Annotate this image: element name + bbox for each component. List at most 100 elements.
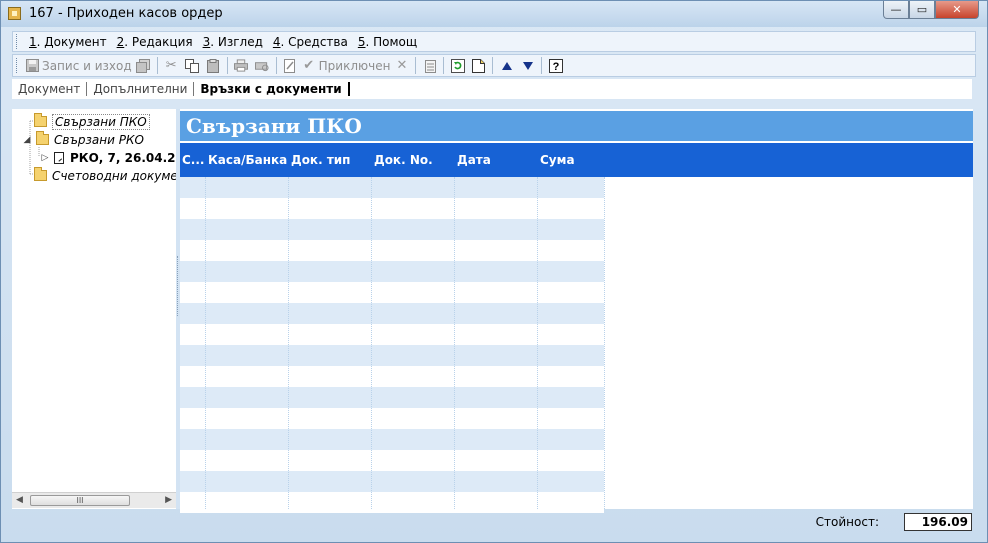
table-row[interactable] xyxy=(180,429,604,450)
tree-node-linked-rko[interactable]: ◢ Свързани РКО xyxy=(22,131,144,148)
tree-node-label: Свързани ПКО xyxy=(52,113,150,130)
list-icon xyxy=(423,59,437,73)
table-row[interactable] xyxy=(180,303,604,324)
status-bar: Стойност: 196.09 xyxy=(12,509,976,537)
menu-document[interactable]: 1. Документ xyxy=(24,35,112,49)
table-row[interactable] xyxy=(180,471,604,492)
table-row[interactable] xyxy=(180,345,604,366)
table-row[interactable] xyxy=(180,219,604,240)
toolbar-grip-handle[interactable] xyxy=(16,58,20,73)
print-preview-icon xyxy=(255,59,269,73)
tree-node-accounting-documents[interactable]: Счетоводни докумен xyxy=(34,167,186,184)
tree-node-label: Свързани РКО xyxy=(54,132,144,147)
toolbar-separator xyxy=(492,57,494,74)
menu-help[interactable]: 5. Помощ xyxy=(353,35,422,49)
refresh-button[interactable] xyxy=(448,56,467,75)
edit-document-icon xyxy=(283,58,297,73)
folder-open-icon xyxy=(36,131,49,145)
menu-view[interactable]: 3. Изглед xyxy=(198,35,268,49)
column-header-status[interactable]: С... xyxy=(182,153,204,167)
toolbar: Запис и изход ✂ ✔ Приключен ✕ ? xyxy=(12,54,976,77)
save-exit-button[interactable]: Запис и изход xyxy=(25,56,132,75)
grid-title: Свързани ПКО xyxy=(180,111,973,141)
menu-edit[interactable]: 2. Редакция xyxy=(112,35,198,49)
print-preview-button[interactable] xyxy=(253,56,272,75)
list-button[interactable] xyxy=(420,56,439,75)
tree-node-linked-pko[interactable]: Свързани ПКО xyxy=(34,113,150,130)
tree-node-label: РКО, 7, 26.04.201 xyxy=(70,150,193,165)
linked-documents-grid: Свързани ПКО С... Каса/Банка Док. тип До… xyxy=(180,109,973,513)
column-header-amount[interactable]: Сума xyxy=(540,153,600,167)
copy-icon xyxy=(185,58,200,73)
column-header-doc-type[interactable]: Док. тип xyxy=(291,153,371,167)
help-question-icon: ? xyxy=(548,58,563,73)
complete-button[interactable]: ✔ Приключен xyxy=(302,56,390,75)
table-row[interactable] xyxy=(180,177,604,198)
table-row[interactable] xyxy=(180,240,604,261)
column-header-date[interactable]: Дата xyxy=(457,153,537,167)
value-display: 196.09 xyxy=(904,513,972,531)
menu-grip-handle[interactable] xyxy=(16,34,20,49)
arrow-up-icon xyxy=(500,59,514,73)
edit-document-button[interactable] xyxy=(281,56,300,75)
close-button[interactable]: ✕ xyxy=(935,1,979,19)
table-row[interactable] xyxy=(180,366,604,387)
printer-icon xyxy=(234,59,249,73)
menu-document-label: . Документ xyxy=(36,34,107,49)
minimize-button[interactable]: — xyxy=(883,1,909,19)
document-tree[interactable]: Свързани ПКО ◢ Свързани РКО ▷ РКО, 7, 26… xyxy=(12,109,192,509)
scrollbar-grip-marks: III xyxy=(76,496,84,505)
maximize-button[interactable]: ▭ xyxy=(909,1,935,19)
column-divider xyxy=(604,177,606,509)
tab-bar: Документ Допълнителни Връзки с документи xyxy=(12,79,972,99)
print-button[interactable] xyxy=(232,56,251,75)
table-row[interactable] xyxy=(180,282,604,303)
toolbar-separator xyxy=(156,57,158,74)
window-controls: — ▭ ✕ xyxy=(883,1,979,20)
menu-tools-key: 4 xyxy=(272,34,281,49)
cut-button[interactable]: ✂ xyxy=(162,56,181,75)
menu-tools[interactable]: 4. Средства xyxy=(268,35,353,49)
table-row[interactable] xyxy=(180,324,604,345)
table-row[interactable] xyxy=(180,261,604,282)
menu-document-key: 1 xyxy=(29,34,37,49)
save-as-button[interactable] xyxy=(134,56,153,75)
delete-button[interactable]: ✕ xyxy=(392,56,411,75)
grid-body[interactable] xyxy=(180,177,604,513)
tab-document-links[interactable]: Връзки с документи xyxy=(194,82,350,96)
scroll-left-arrow-icon[interactable]: ◀ xyxy=(16,495,23,505)
column-header-doc-no[interactable]: Док. No. xyxy=(374,153,454,167)
new-document-icon xyxy=(472,58,486,73)
save-icon xyxy=(25,59,39,73)
title-bar[interactable]: 167 - Приходен касов ордер — ▭ ✕ xyxy=(1,1,987,27)
menu-bar: 1. Документ 2. Редакция 3. Изглед 4. Сре… xyxy=(12,31,976,52)
move-down-button[interactable] xyxy=(518,56,537,75)
tree-node-rko-document[interactable]: ▷ РКО, 7, 26.04.201 xyxy=(40,149,193,166)
column-divider xyxy=(205,177,207,509)
scissors-icon: ✂ xyxy=(165,58,177,73)
collapse-arrow-icon[interactable]: ◢ xyxy=(22,135,32,145)
paste-button[interactable] xyxy=(204,56,223,75)
tree-horizontal-scrollbar[interactable]: ◀ III ▶ xyxy=(12,492,176,508)
new-document-button[interactable] xyxy=(469,56,488,75)
arrow-down-icon xyxy=(521,59,535,73)
checkmark-icon: ✔ xyxy=(303,58,315,73)
table-row[interactable] xyxy=(180,387,604,408)
save-copy-icon xyxy=(136,58,151,73)
column-header-cash-bank[interactable]: Каса/Банка xyxy=(208,153,288,167)
scrollbar-thumb[interactable]: III xyxy=(30,495,130,506)
expand-arrow-icon[interactable]: ▷ xyxy=(40,153,50,163)
help-button[interactable]: ? xyxy=(546,56,565,75)
grid-header: С... Каса/Банка Док. тип Док. No. Дата С… xyxy=(180,143,973,177)
scroll-right-arrow-icon[interactable]: ▶ xyxy=(165,495,172,505)
table-row[interactable] xyxy=(180,198,604,219)
tab-additional[interactable]: Допълнителни xyxy=(87,82,195,96)
value-label: Стойност: xyxy=(815,515,879,529)
move-up-button[interactable] xyxy=(497,56,516,75)
tree-node-label: Счетоводни докумен xyxy=(52,168,186,183)
copy-button[interactable] xyxy=(183,56,202,75)
app-icon[interactable] xyxy=(8,7,21,20)
table-row[interactable] xyxy=(180,408,604,429)
table-row[interactable] xyxy=(180,450,604,471)
tab-document[interactable]: Документ xyxy=(12,82,88,96)
